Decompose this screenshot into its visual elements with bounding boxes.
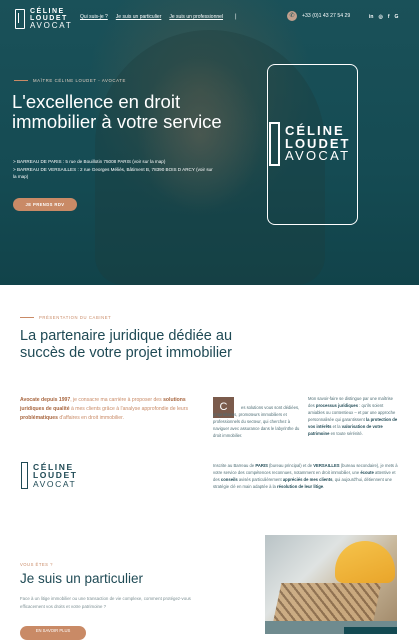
col2-text-4: en toute sérénité.: [329, 431, 363, 436]
col2-bold-1: processus juridiques: [315, 403, 359, 408]
presentation-overline-text: PRÉSENTATION DU CABINET: [39, 315, 112, 320]
linkedin-icon[interactable]: in: [369, 14, 373, 20]
construction-photo: [265, 535, 397, 634]
nav-qui-suis-je[interactable]: Qui suis-je ?: [80, 14, 108, 20]
intro-bold-1: Avocate depuis 1997: [20, 397, 71, 403]
nav-professionnel[interactable]: Je suis un professionnel: [169, 14, 223, 20]
site-logo[interactable]: CÉLINE LOUDET AVOCAT: [15, 8, 73, 30]
logo-wordmark: CÉLINE LOUDET AVOCAT: [30, 8, 73, 30]
particulier-more-button[interactable]: EN SAVOIR PLUS: [20, 626, 86, 640]
photo-accent-bar: [344, 627, 397, 634]
phone-contact[interactable]: ✆ +33 (0)1 43 27 54 29: [287, 11, 350, 21]
intro-text-1: , je consacre ma carrière à proposer des: [70, 397, 164, 403]
intro-text-2: à mes clients grâce à l'analyse approfon…: [69, 406, 189, 412]
presentation-overline: PRÉSENTATION DU CABINET: [20, 315, 111, 320]
hero-addresses: > BARREAU DE PARIS : 5 rue de Bouillotin…: [13, 158, 213, 181]
particulier-text: Face à un litige immobilier ou une trans…: [20, 596, 191, 609]
overline-dash: [14, 80, 28, 81]
instagram-icon[interactable]: ◎: [378, 14, 382, 20]
main-nav: Qui suis-je ? Je suis un particulier Je …: [80, 14, 237, 20]
presentation-logo-line-3: AVOCAT: [33, 478, 77, 489]
presentation-full-paragraph: Inscrite au Barreau de PARIS (bureau pri…: [213, 462, 399, 490]
particulier-overline: VOUS ÊTES ?: [20, 562, 53, 567]
full-bold-1: PARIS: [255, 463, 268, 468]
full-text-7: .: [323, 484, 325, 489]
full-bold-6: résolution de leur litige: [277, 484, 324, 489]
logo-mark-icon: [15, 8, 25, 29]
presentation-title: La partenaire juridique dédiée au succès…: [20, 328, 233, 361]
phone-number: +33 (0)1 43 27 54 29: [302, 13, 351, 19]
phone-icon: ✆: [287, 11, 297, 21]
address-paris[interactable]: > BARREAU DE PARIS : 5 rue de Bouillotin…: [13, 158, 213, 166]
presentation-logo-wordmark: CÉLINE LOUDET AVOCAT: [33, 463, 78, 489]
address-versailles[interactable]: > BARREAU DE VERSAILLES : 2 rue Georges …: [13, 166, 213, 181]
overline-dash: [20, 317, 34, 318]
book-appointment-button[interactable]: JE PRENDS RDV: [13, 198, 77, 211]
col2-text-3: et la: [331, 424, 342, 429]
hero-frame-logo: CÉLINE LOUDET AVOCAT: [269, 122, 350, 166]
logo-line-1: CÉLINE: [30, 8, 65, 15]
facebook-icon[interactable]: f: [388, 14, 390, 20]
full-text-5: avisés particulièrement: [237, 477, 283, 482]
presentation-intro: Avocate depuis 1997, je consacre ma carr…: [20, 396, 190, 423]
intro-text-3: d'affaires en droit immobilier.: [57, 415, 124, 421]
hard-hat-image: [335, 541, 395, 583]
presentation-column-2: Mon savoir-faire se distingue par une ma…: [308, 395, 399, 437]
google-icon[interactable]: G: [395, 14, 399, 20]
full-bold-5: appréciés de mes clients: [282, 477, 333, 482]
full-bold-2: VERSAILLES: [313, 463, 340, 468]
full-text-1: Inscrite au Barreau de: [213, 463, 256, 468]
frame-logo-line-3: AVOCAT: [285, 148, 351, 164]
hero-overline: MAÎTRE CÉLINE LOUDET - AVOCATE: [14, 78, 126, 83]
full-text-2: (bureau principal) et de: [267, 463, 314, 468]
presentation-column-1: es solutions vous sont dédiées, propriét…: [213, 405, 300, 438]
presentation-logo-mark-icon: [21, 462, 28, 489]
logo-line-3: AVOCAT: [30, 21, 73, 30]
hero-title: L'excellence en droit immobilier à votre…: [12, 91, 222, 132]
frame-logo-wordmark: CÉLINE LOUDET AVOCAT: [285, 125, 350, 163]
top-navigation-bar: CÉLINE LOUDET AVOCAT Qui suis-je ? Je su…: [0, 0, 419, 34]
nav-separator: |: [235, 14, 237, 20]
full-bold-4: conseils: [220, 477, 238, 482]
hero-overline-text: MAÎTRE CÉLINE LOUDET - AVOCATE: [33, 78, 126, 83]
nav-particulier[interactable]: Je suis un particulier: [116, 14, 162, 20]
presentation-logo: CÉLINE LOUDET AVOCAT: [21, 462, 78, 489]
particulier-title: Je suis un particulier: [20, 571, 144, 586]
social-links: in ◎ f G: [369, 14, 398, 20]
full-bold-3: écoute: [360, 470, 374, 475]
intro-bold-3: problématiques: [20, 415, 58, 421]
frame-logo-mark-icon: [269, 122, 280, 166]
hero-section: CÉLINE LOUDET AVOCAT Qui suis-je ? Je su…: [0, 0, 419, 285]
